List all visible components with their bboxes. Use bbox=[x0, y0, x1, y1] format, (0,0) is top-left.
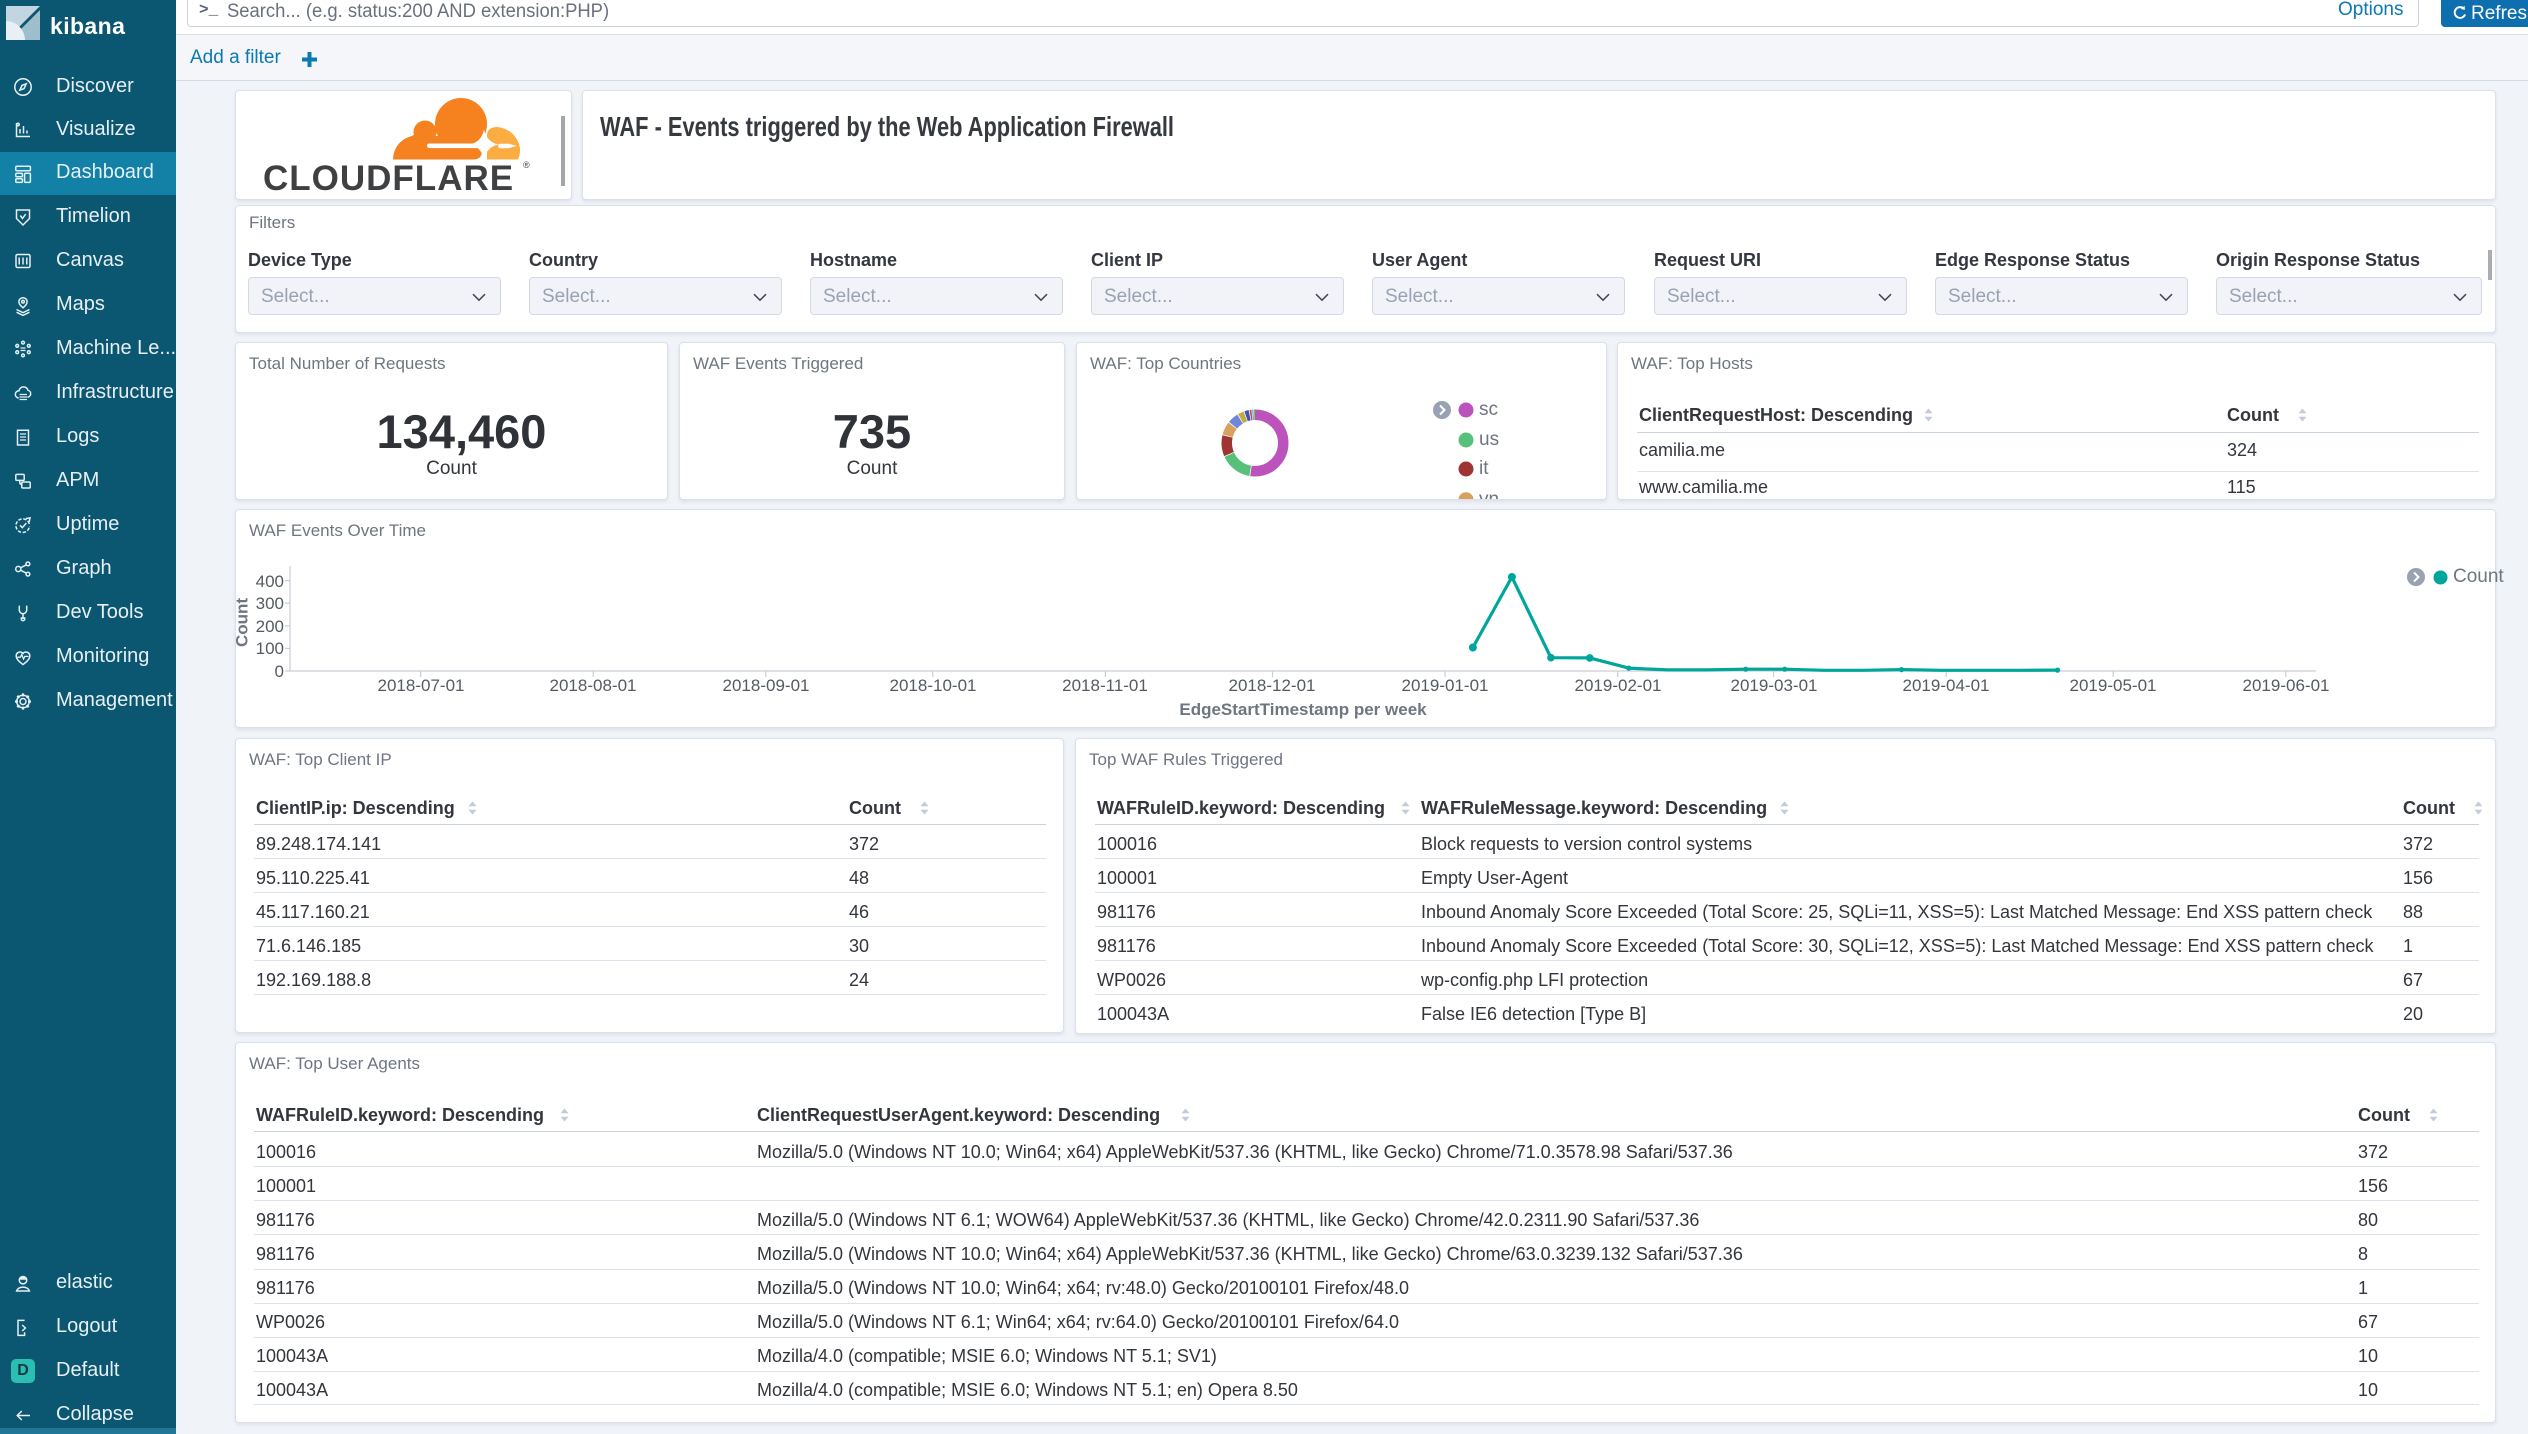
svg-text:®: ® bbox=[523, 160, 530, 170]
svg-text:CLOUDFLARE: CLOUDFLARE bbox=[263, 159, 514, 197]
